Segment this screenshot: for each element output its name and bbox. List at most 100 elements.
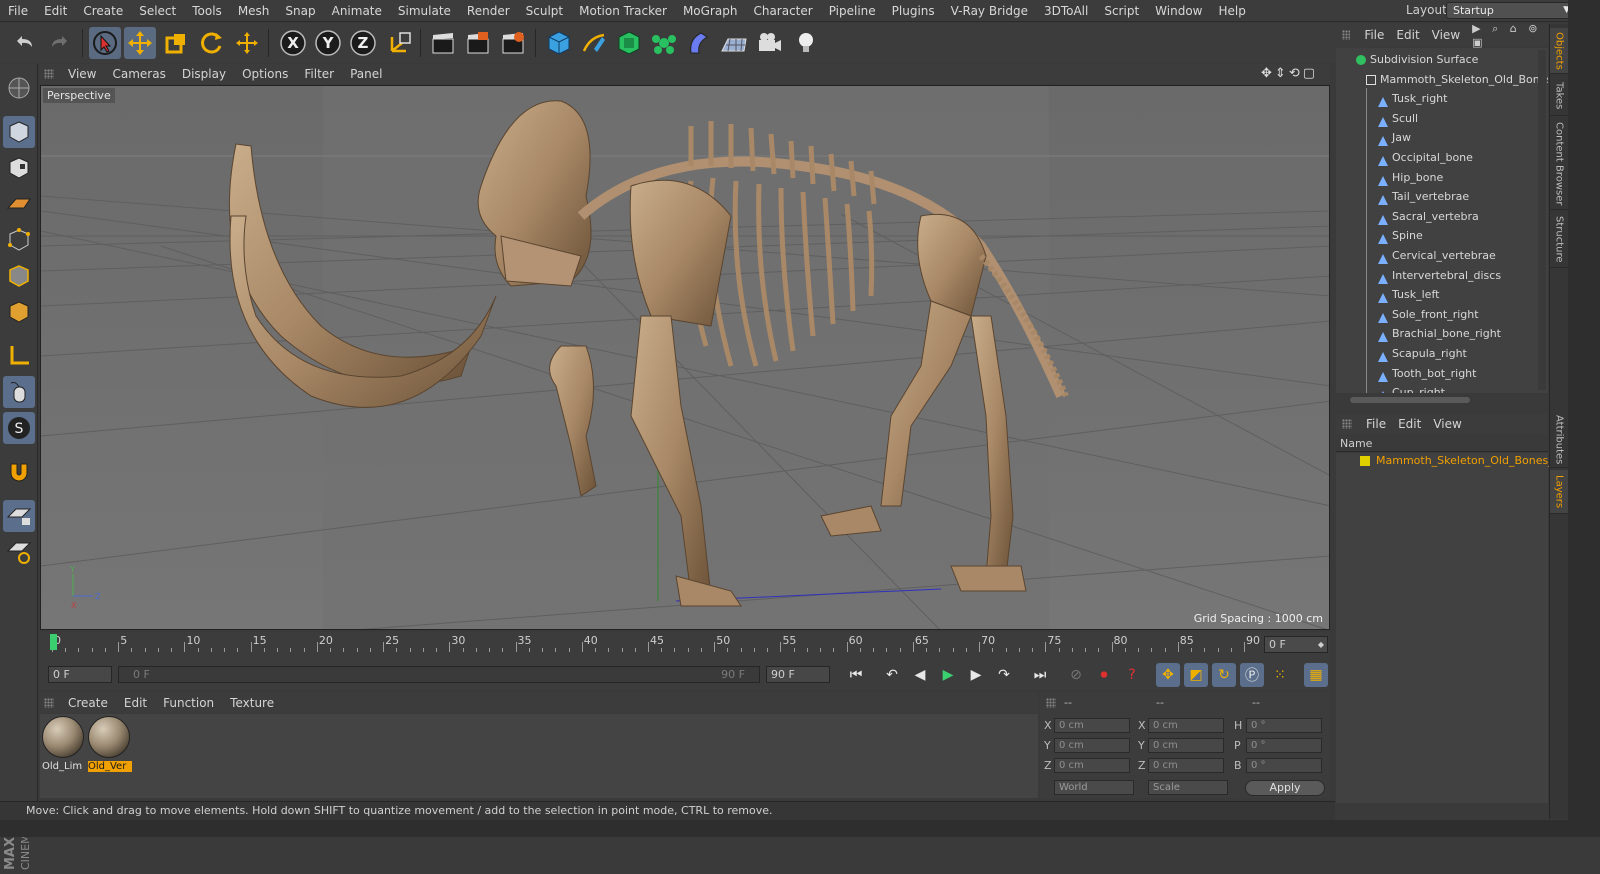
material-menu-create[interactable]: Create: [60, 696, 116, 710]
size-y-field[interactable]: 0 cm: [1148, 738, 1224, 753]
menu-window[interactable]: Window: [1147, 0, 1210, 22]
layer-menu-view[interactable]: View: [1427, 417, 1467, 431]
layer-row[interactable]: Mammoth_Skeleton_Old_Bones_V: [1376, 453, 1561, 469]
key-position-button[interactable]: ✥: [1156, 663, 1180, 687]
render-picture-viewer-button[interactable]: [462, 27, 494, 59]
autokey-button[interactable]: ⏺: [1092, 663, 1116, 687]
key-scale-button[interactable]: ◩: [1184, 663, 1208, 687]
tab-structure[interactable]: Structure: [1550, 212, 1568, 268]
object-menu-edit[interactable]: Edit: [1390, 28, 1425, 42]
play-button[interactable]: ▶: [936, 663, 960, 687]
start-frame-field[interactable]: 0 F: [48, 666, 112, 683]
menu-snap[interactable]: Snap: [277, 0, 323, 22]
scrollbar-thumb[interactable]: [1350, 397, 1470, 403]
redo-button[interactable]: [44, 27, 76, 59]
go-to-end-button[interactable]: ⏭: [1028, 663, 1052, 687]
menu-plugins[interactable]: Plugins: [884, 0, 943, 22]
material-menu-edit[interactable]: Edit: [116, 696, 155, 710]
menu-sculpt[interactable]: Sculpt: [518, 0, 571, 22]
menu-edit[interactable]: Edit: [36, 0, 75, 22]
material-menu-function[interactable]: Function: [155, 696, 222, 710]
menu-character[interactable]: Character: [745, 0, 820, 22]
object-row[interactable]: Mammoth_Skeleton_Old_Bones: [1336, 70, 1548, 90]
next-key-button[interactable]: ↷: [992, 663, 1016, 687]
rot-b-field[interactable]: 0 °: [1246, 758, 1322, 773]
viewport-menu-filter[interactable]: Filter: [296, 67, 342, 81]
object-tree-scrollbar[interactable]: [1336, 394, 1548, 406]
floor-button[interactable]: [718, 27, 750, 59]
menu-mograph[interactable]: MoGraph: [675, 0, 746, 22]
viewport-camera-label[interactable]: Perspective: [43, 88, 115, 103]
menu-v-ray-bridge[interactable]: V-Ray Bridge: [943, 0, 1036, 22]
cloner-button[interactable]: [648, 27, 680, 59]
timeline-ruler[interactable]: 0 5 10 15 20 25 30 35 40 45 50 55 60 65 70 75 80 85 90: [52, 632, 1262, 656]
camera-button[interactable]: [754, 27, 786, 59]
lock-workplane-button[interactable]: [3, 500, 35, 532]
object-manager-tool-icons[interactable]: ▶ ⌕ ⌂ ⊚ ▣: [1472, 22, 1548, 49]
key-pla-button[interactable]: ⁙: [1268, 663, 1292, 687]
menu-animate[interactable]: Animate: [324, 0, 390, 22]
menu-tools[interactable]: Tools: [184, 0, 230, 22]
layer-color-swatch[interactable]: [1360, 456, 1370, 466]
menu-simulate[interactable]: Simulate: [390, 0, 459, 22]
edges-mode-button[interactable]: [3, 260, 35, 292]
go-to-start-button[interactable]: ⏮: [844, 663, 868, 687]
menu-select[interactable]: Select: [131, 0, 184, 22]
current-frame-field[interactable]: 0 F ◆: [1264, 636, 1328, 653]
next-frame-button[interactable]: ▶: [964, 663, 988, 687]
key-parameter-button[interactable]: Ⓟ: [1240, 663, 1264, 687]
workplane-mode-button[interactable]: [3, 188, 35, 220]
menu-pipeline[interactable]: Pipeline: [821, 0, 884, 22]
viewport-menu-display[interactable]: Display: [174, 67, 234, 81]
viewport-menu-cameras[interactable]: Cameras: [104, 67, 173, 81]
recent-tool-button[interactable]: [231, 27, 263, 59]
playhead-marker[interactable]: [50, 634, 57, 650]
menu-3dtoall[interactable]: 3DToAll: [1036, 0, 1096, 22]
menu-mesh[interactable]: Mesh: [230, 0, 278, 22]
polygons-mode-button[interactable]: [3, 296, 35, 328]
make-editable-button[interactable]: [3, 72, 35, 104]
preview-range-slider[interactable]: 0 F 90 F: [118, 666, 760, 683]
pos-z-field[interactable]: 0 cm: [1054, 758, 1130, 773]
model-mode-button[interactable]: [3, 116, 35, 148]
tab-content-browser[interactable]: Content Browser: [1550, 118, 1568, 210]
coordinate-space-dropdown[interactable]: World: [1054, 780, 1134, 795]
render-view-button[interactable]: [427, 27, 459, 59]
subdivision-surface-button[interactable]: [613, 27, 645, 59]
points-mode-button[interactable]: [3, 224, 35, 256]
y-axis-lock-button[interactable]: Y: [312, 27, 344, 59]
viewport-menu-view[interactable]: View: [60, 67, 104, 81]
menu-create[interactable]: Create: [75, 0, 131, 22]
tweak-mode-button[interactable]: [3, 376, 35, 408]
size-x-field[interactable]: 0 cm: [1148, 718, 1224, 733]
rot-h-field[interactable]: 0 °: [1246, 718, 1322, 733]
scale-tool-button[interactable]: [160, 27, 192, 59]
object-row[interactable]: Subdivision Surface: [1336, 50, 1536, 70]
timeline[interactable]: 0 5 10 15 20 25 30 35 40 45 50 55 60 65 70 75 80 85 90 0 F…: [40, 632, 1330, 660]
layer-menu-edit[interactable]: Edit: [1392, 417, 1427, 431]
apply-button[interactable]: Apply: [1245, 780, 1325, 796]
tab-objects[interactable]: Objects: [1550, 28, 1568, 74]
end-frame-field[interactable]: 90 F: [766, 666, 830, 683]
texture-mode-button[interactable]: [3, 152, 35, 184]
pos-y-field[interactable]: 0 cm: [1054, 738, 1130, 753]
object-menu-view[interactable]: View: [1426, 28, 1466, 42]
tab-takes[interactable]: Takes: [1550, 76, 1568, 116]
coordinate-system-button[interactable]: [384, 27, 416, 59]
tab-layers[interactable]: Layers: [1550, 470, 1568, 514]
object-menu-file[interactable]: File: [1358, 28, 1390, 42]
rotate-tool-button[interactable]: [195, 27, 227, 59]
previous-key-button[interactable]: ↶: [880, 663, 904, 687]
pen-spline-button[interactable]: [578, 27, 610, 59]
x-axis-lock-button[interactable]: X: [277, 27, 309, 59]
rot-p-field[interactable]: 0 °: [1246, 738, 1322, 753]
snap-button[interactable]: [3, 456, 35, 488]
timeline-window-button[interactable]: ▦: [1304, 663, 1328, 687]
menu-motion-tracker[interactable]: Motion Tracker: [571, 0, 675, 22]
layout-dropdown[interactable]: Startup ▼: [1446, 2, 1576, 19]
light-button[interactable]: [790, 27, 822, 59]
workplane-align-button[interactable]: [3, 536, 35, 568]
tab-attributes[interactable]: Attributes: [1550, 412, 1568, 468]
viewport-perspective[interactable]: Y Z X Perspective Grid Spacing : 1000 cm: [40, 85, 1330, 630]
viewport-menu-options[interactable]: Options: [234, 67, 296, 81]
